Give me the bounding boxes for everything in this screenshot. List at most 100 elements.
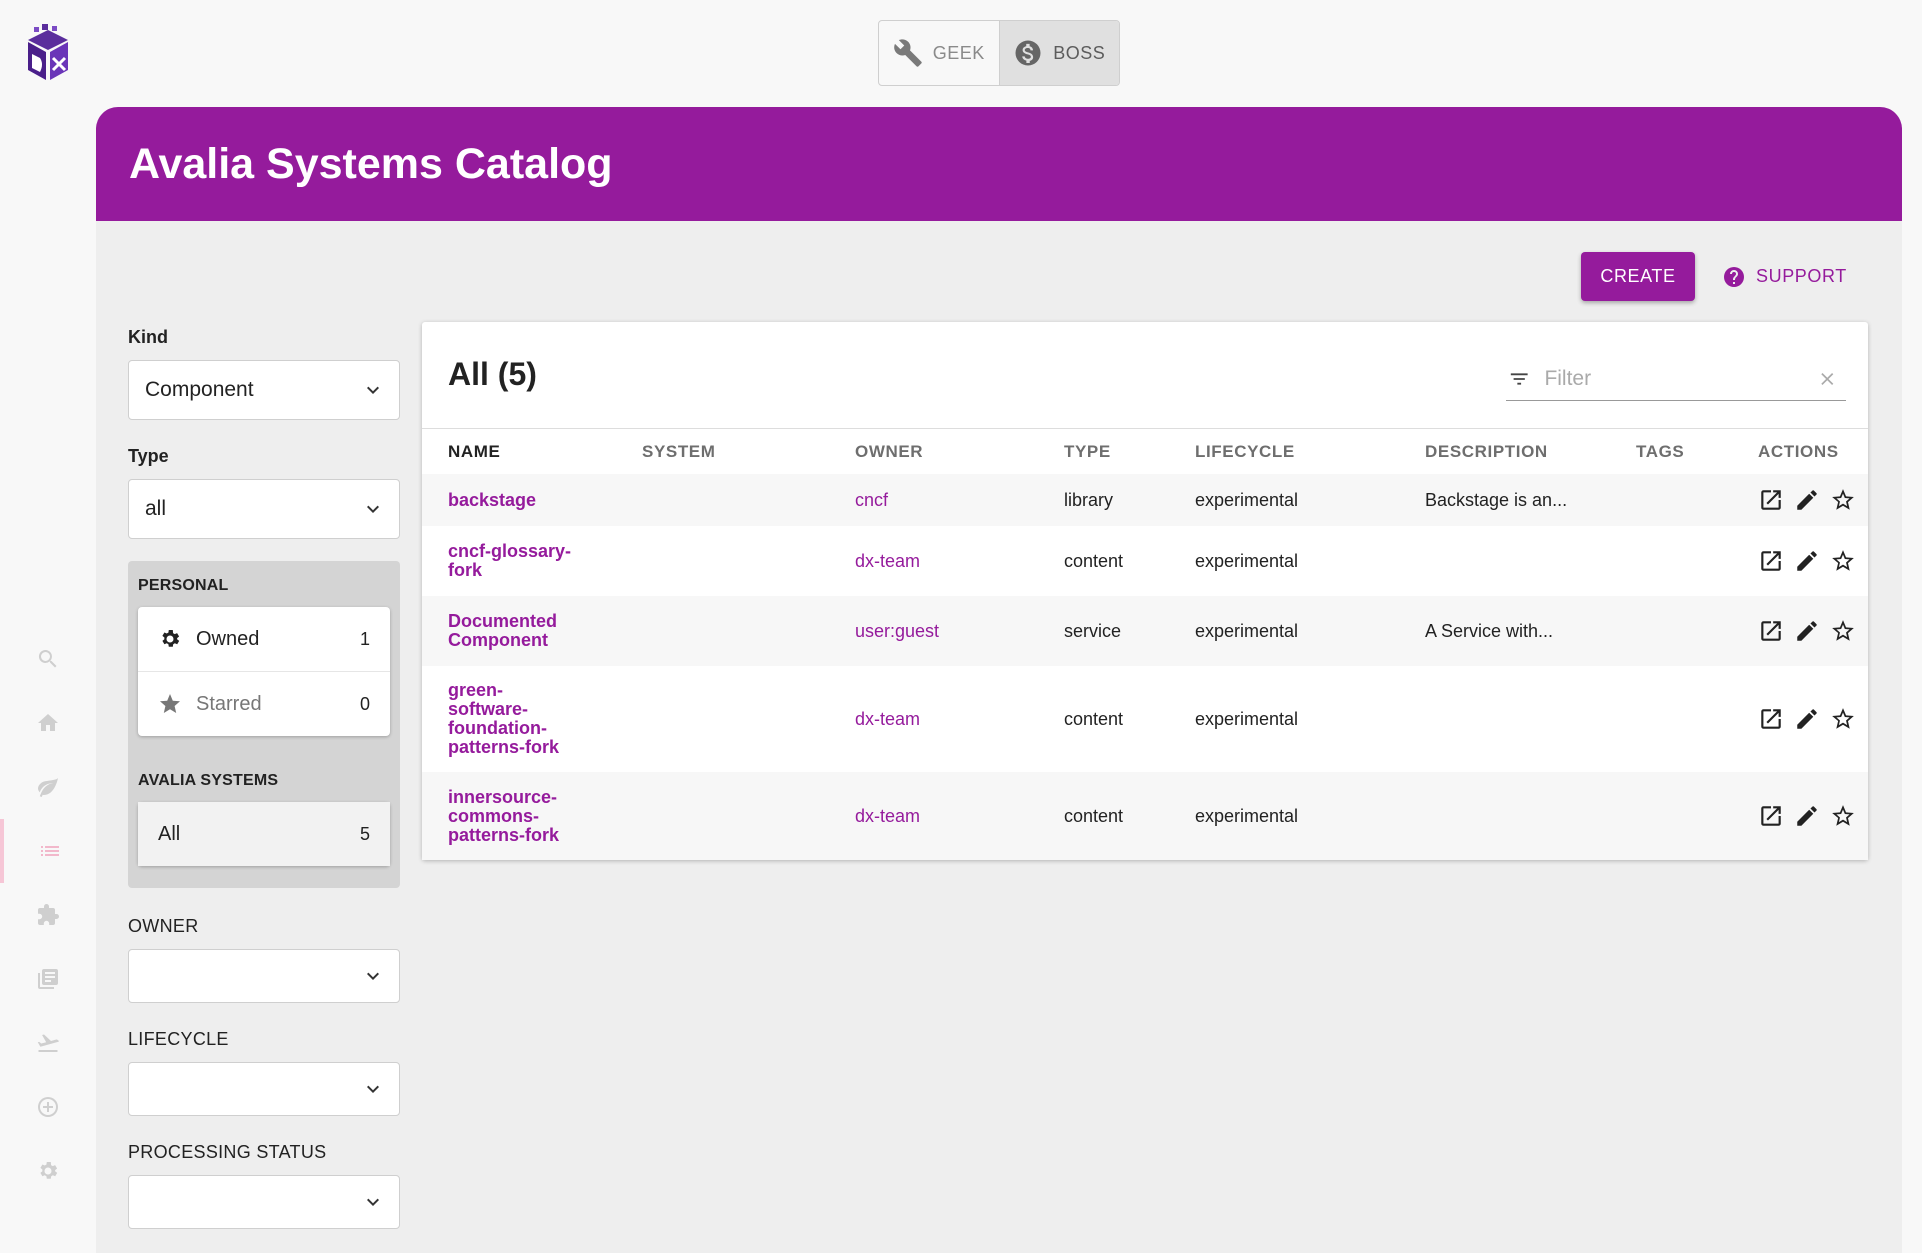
user-filter-group: PERSONAL Owned 1 Starred 0 AVALIA SYSTEM… — [128, 561, 400, 888]
col-description[interactable]: DESCRIPTION — [1425, 429, 1548, 475]
star-outline-icon[interactable] — [1830, 706, 1856, 732]
type-cell: content — [1064, 805, 1124, 826]
starred-count: 0 — [359, 693, 370, 714]
support-button[interactable]: SUPPORT — [1722, 252, 1847, 301]
mode-toggle: GEEK BOSS — [878, 20, 1120, 86]
entity-name-link[interactable]: cncf-glossary-fork — [448, 526, 598, 596]
search-icon — [38, 650, 57, 668]
entity-name-link[interactable]: Documented Component — [448, 596, 578, 666]
deploy-icon — [37, 1034, 60, 1052]
kind-value: Component — [145, 378, 254, 401]
nav-settings[interactable] — [0, 1139, 96, 1203]
col-system[interactable]: SYSTEM — [642, 429, 716, 475]
nav-search[interactable] — [0, 627, 96, 691]
lifecycle-cell: experimental — [1195, 805, 1299, 826]
kind-label: Kind — [128, 327, 168, 347]
col-type[interactable]: TYPE — [1064, 429, 1111, 475]
geek-toggle-button[interactable]: GEEK — [879, 21, 999, 85]
open-external-icon[interactable] — [1758, 487, 1784, 513]
boss-label: BOSS — [1053, 42, 1106, 63]
starred-label: Starred — [196, 692, 262, 715]
owner-link[interactable]: cncf — [855, 474, 888, 526]
edit-icon[interactable] — [1794, 706, 1820, 732]
all-filter[interactable]: All 5 — [138, 802, 390, 866]
owned-label: Owned — [196, 627, 260, 650]
sidebar — [0, 0, 96, 1253]
edit-icon[interactable] — [1794, 618, 1820, 644]
nav-deploy[interactable] — [0, 1011, 96, 1075]
nav-docs[interactable] — [0, 947, 96, 1011]
chevron-down-icon — [367, 1085, 379, 1093]
edit-icon[interactable] — [1794, 548, 1820, 574]
filter-panel: Kind Component Type all PERSONAL Owned 1… — [128, 327, 400, 1229]
star-outline-icon[interactable] — [1830, 803, 1856, 829]
all-label: All — [158, 822, 181, 845]
lifecycle-cell: experimental — [1195, 489, 1299, 510]
col-name[interactable]: NAME — [448, 429, 500, 475]
catalog-table: All (5) NAME SYSTEM OWNER TYPE LIFECYCLE… — [422, 322, 1868, 860]
create-button[interactable]: CREATE — [1581, 252, 1695, 301]
org-card: All 5 — [138, 802, 390, 866]
type-cell: content — [1064, 550, 1124, 571]
help-icon — [1724, 266, 1744, 287]
open-external-icon[interactable] — [1758, 706, 1784, 732]
star-icon — [160, 694, 180, 713]
type-select[interactable]: all — [128, 479, 400, 539]
entity-name-link[interactable]: innersource-commons-patterns-fork — [448, 772, 578, 860]
owner-link[interactable]: user:guest — [855, 596, 939, 666]
personal-card: Owned 1 Starred 0 — [138, 607, 390, 736]
chevron-down-icon — [367, 972, 379, 980]
page-title: Avalia Systems Catalog — [129, 139, 613, 188]
star-outline-icon[interactable] — [1830, 487, 1856, 513]
col-owner[interactable]: OWNER — [855, 429, 923, 475]
nav-plugins[interactable] — [0, 883, 96, 947]
filter-list-icon — [1510, 373, 1528, 385]
kind-select[interactable]: Component — [128, 360, 400, 420]
table-header: NAME SYSTEM OWNER TYPE LIFECYCLE DESCRIP… — [422, 428, 1868, 476]
description-cell: Backstage is an... — [1425, 489, 1568, 510]
owned-filter[interactable]: Owned 1 — [138, 607, 390, 671]
filter-input[interactable] — [1542, 366, 1818, 392]
lifecycle-cell: experimental — [1195, 620, 1299, 641]
create-icon — [38, 1097, 58, 1117]
starred-filter[interactable]: Starred 0 — [138, 671, 390, 736]
edit-icon[interactable] — [1794, 487, 1820, 513]
lifecycle-select[interactable] — [128, 1062, 400, 1116]
row-actions — [1758, 666, 1856, 772]
entity-name-link[interactable]: green-software-foundation-patterns-fork — [448, 666, 578, 772]
processing-status-select[interactable] — [128, 1175, 400, 1229]
support-label: SUPPORT — [1756, 266, 1847, 286]
geek-label: GEEK — [932, 42, 985, 63]
all-count: 5 — [359, 823, 370, 844]
nav-catalog[interactable] — [0, 819, 96, 883]
boss-toggle-button[interactable]: BOSS — [998, 21, 1119, 85]
edit-icon[interactable] — [1794, 803, 1820, 829]
chevron-down-icon — [367, 1198, 379, 1206]
dx-logo-icon[interactable] — [22, 24, 74, 82]
entity-name-link[interactable]: backstage — [448, 474, 598, 526]
owner-link[interactable]: dx-team — [855, 772, 920, 860]
table-row: innersource-commons-patterns-fork dx-tea… — [422, 772, 1868, 860]
clear-icon[interactable] — [1817, 368, 1838, 390]
owner-link[interactable]: dx-team — [855, 666, 920, 772]
nav-leaf[interactable] — [0, 755, 96, 819]
owner-select[interactable] — [128, 949, 400, 1003]
settings-icon — [40, 1162, 58, 1179]
row-actions — [1758, 474, 1856, 526]
star-outline-icon[interactable] — [1830, 618, 1856, 644]
wrench-icon — [893, 39, 922, 67]
open-external-icon[interactable] — [1758, 803, 1784, 829]
nav-home[interactable] — [0, 691, 96, 755]
table-row: green-software-foundation-patterns-fork … — [422, 666, 1868, 772]
table-row: backstage cncf library experimental Back… — [422, 474, 1868, 526]
table-filter[interactable] — [1506, 358, 1846, 401]
open-external-icon[interactable] — [1758, 548, 1784, 574]
star-outline-icon[interactable] — [1830, 548, 1856, 574]
col-lifecycle[interactable]: LIFECYCLE — [1195, 429, 1295, 475]
personal-title: PERSONAL — [138, 577, 229, 594]
owner-link[interactable]: dx-team — [855, 526, 920, 596]
nav-create[interactable] — [0, 1075, 96, 1139]
owner-label: OWNER — [128, 916, 199, 936]
open-external-icon[interactable] — [1758, 618, 1784, 644]
col-tags[interactable]: TAGS — [1636, 429, 1684, 475]
